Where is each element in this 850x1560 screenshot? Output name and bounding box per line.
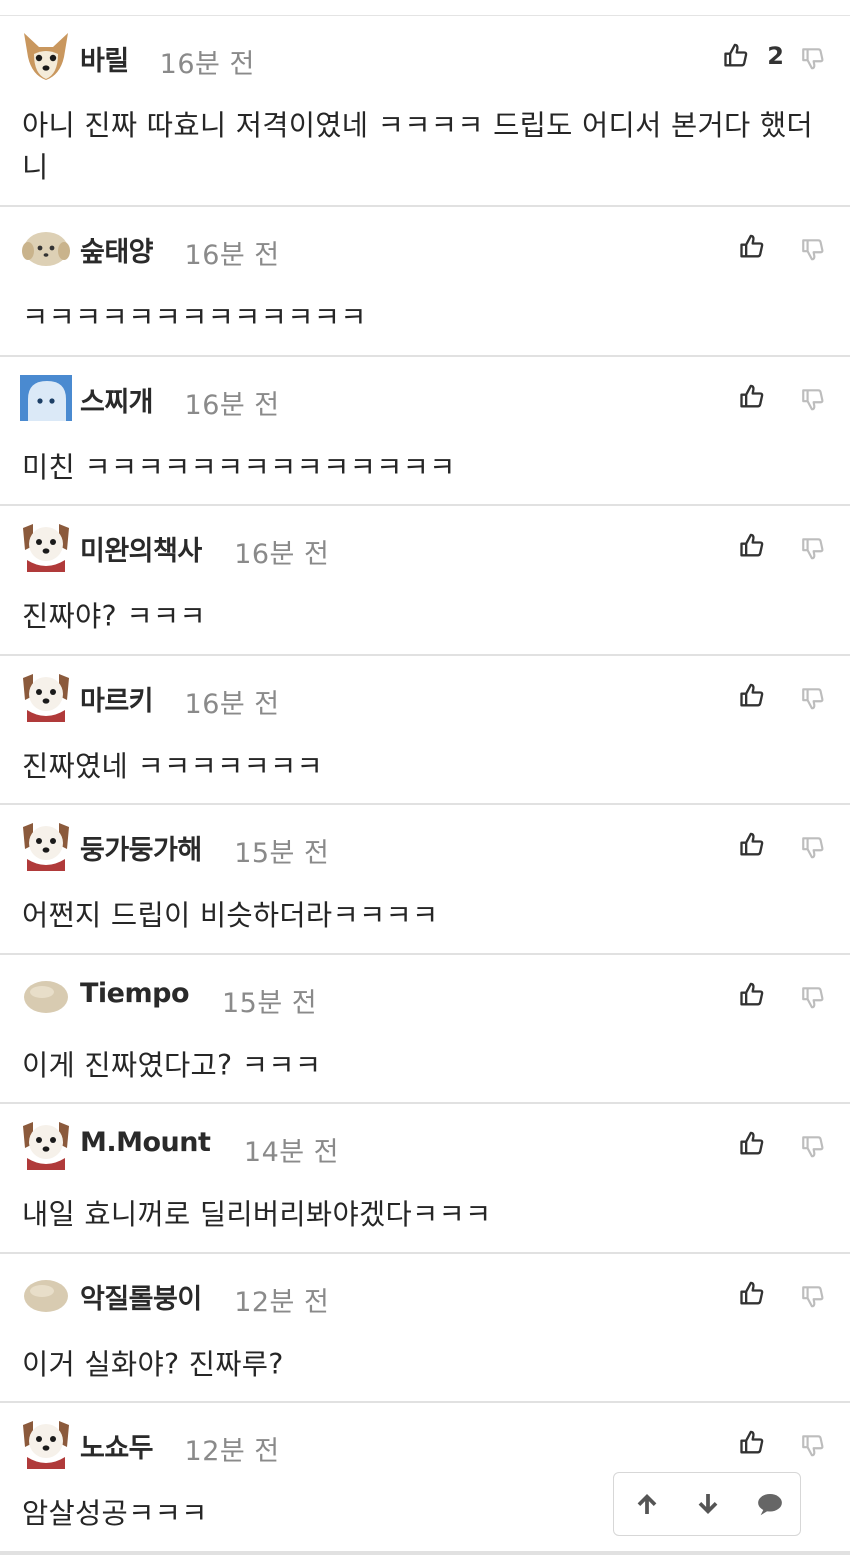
thumbs-down-icon[interactable] xyxy=(800,834,826,860)
thumbs-up-icon[interactable] xyxy=(722,42,750,70)
thumbs-up-icon[interactable] xyxy=(738,682,766,710)
thumbs-up-icon[interactable] xyxy=(738,1130,766,1158)
comment-item: Tiempo 15분 전이게 진짜였다고? ㅋㅋㅋ xyxy=(0,955,850,1104)
comment-header: Tiempo 15분 전 xyxy=(20,969,850,1021)
comment-nickname[interactable]: 숲태양 xyxy=(80,230,154,269)
comment-text: 진짜야? ㅋㅋㅋ xyxy=(22,600,206,633)
blob-avatar xyxy=(24,1279,68,1312)
comment-time: 16분 전 xyxy=(234,539,330,570)
comment-nickname[interactable]: 바릴 xyxy=(80,39,129,78)
comment-nickname[interactable]: Tiempo xyxy=(80,978,190,1009)
comment-time: 16분 전 xyxy=(184,688,280,720)
comment-item: 마르키 16분 전진짜였네 ㅋㅋㅋㅋㅋㅋㅋ xyxy=(0,656,850,805)
puppy-avatar xyxy=(22,232,70,266)
thumbs-up-icon[interactable] xyxy=(738,831,766,859)
comment-header: 둥가둥가해 15분 전 xyxy=(20,819,850,871)
dog-scarf-avatar xyxy=(23,1421,69,1469)
comment-header: M.Mount 14분 전 xyxy=(20,1118,850,1170)
comment-text: 내일 효니꺼로 딜리버리봐야겠다ㅋㅋㅋ xyxy=(22,1198,492,1231)
comment-nickname[interactable]: 스찌개 xyxy=(80,380,154,419)
comment-bubble-icon[interactable] xyxy=(755,1489,785,1519)
chihuahua-avatar xyxy=(24,33,68,80)
comment-header: 노쇼두 12분 전 xyxy=(20,1417,850,1469)
comment-time: 16분 전 xyxy=(184,240,280,271)
comment-nickname[interactable]: 악질롤붕이 xyxy=(80,1277,202,1316)
comment-header: 마르키 16분 전 xyxy=(20,670,850,722)
arrow-up-icon[interactable] xyxy=(632,1489,662,1519)
comment-time: 16분 전 xyxy=(184,389,280,421)
comment-time: 12분 전 xyxy=(184,1436,280,1467)
comment-nickname[interactable]: 둥가둥가해 xyxy=(80,828,202,867)
comment-header: 스찌개 16분 전 xyxy=(20,371,850,423)
comment-header: 바릴 16분 전 2 xyxy=(20,30,850,82)
thumbs-up-icon[interactable] xyxy=(738,981,766,1009)
thumbs-down-icon[interactable] xyxy=(800,45,826,71)
dog-scarf-avatar xyxy=(23,673,69,722)
comment-text: 진짜였네 ㅋㅋㅋㅋㅋㅋㅋ xyxy=(22,749,324,783)
comment-time: 15분 전 xyxy=(234,838,330,869)
comment-time: 12분 전 xyxy=(234,1286,330,1318)
thumbs-down-icon[interactable] xyxy=(800,1283,826,1309)
floating-nav xyxy=(613,1472,801,1536)
like-count: 2 xyxy=(767,42,784,70)
thumbs-up-icon[interactable] xyxy=(738,233,766,261)
thumbs-down-icon[interactable] xyxy=(800,984,826,1010)
thumbs-up-icon[interactable] xyxy=(738,1280,766,1308)
comment-time: 15분 전 xyxy=(221,987,318,1019)
comment-item: 미완의책사 16분 전진짜야? ㅋㅋㅋ xyxy=(0,506,850,656)
thumbs-down-icon[interactable] xyxy=(800,236,826,262)
thumbs-down-icon[interactable] xyxy=(800,386,826,412)
comment-text: 미친 ㅋㅋㅋㅋㅋㅋㅋㅋㅋㅋㅋㅋㅋㅋ xyxy=(22,450,456,484)
comment-item: M.Mount 14분 전내일 효니꺼로 딜리버리봐야겠다ㅋㅋㅋ xyxy=(0,1104,850,1254)
comment-time: 14분 전 xyxy=(243,1137,340,1168)
comment-text: 어쩐지 드립이 비슷하더라ㅋㅋㅋㅋ xyxy=(22,899,439,932)
comment-item: 바릴 16분 전 2 아니 진짜 따효니 저격이였네 ㅋㅋㅋㅋ 드립도 어디서 본거다… xyxy=(0,16,850,207)
comment-text: 이거 실화야? 진짜루? xyxy=(22,1347,284,1381)
comment-text: ㅋㅋㅋㅋㅋㅋㅋㅋㅋㅋㅋㅋㅋ xyxy=(22,301,367,334)
comment-item: 악질롤붕이 12분 전이거 실화야? 진짜루? xyxy=(0,1254,850,1403)
comment-item: 숲태양 16분 전 ㅋㅋㅋㅋㅋㅋㅋㅋㅋㅋㅋㅋㅋ xyxy=(0,207,850,357)
thumbs-down-icon[interactable] xyxy=(800,535,826,561)
dog-scarf-avatar xyxy=(23,823,69,871)
comment-item: 둥가둥가해 15분 전어쩐지 드립이 비슷하더라ㅋㅋㅋㅋ xyxy=(0,805,850,955)
thumbs-up-icon[interactable] xyxy=(738,1429,766,1457)
comment-text: 아니 진짜 따효니 저격이였네 ㅋㅋㅋㅋ 드립도 어디서 본거다 했더니 xyxy=(22,109,813,184)
thumbs-down-icon[interactable] xyxy=(800,685,826,711)
comment-item: 스찌개 16분 전미친 ㅋㅋㅋㅋㅋㅋㅋㅋㅋㅋㅋㅋㅋㅋ xyxy=(0,357,850,506)
thumbs-up-icon[interactable] xyxy=(738,383,766,411)
comment-nickname[interactable]: 노쇼두 xyxy=(80,1426,154,1465)
thumbs-down-icon[interactable] xyxy=(800,1432,826,1458)
arrow-down-icon[interactable] xyxy=(693,1489,723,1519)
comment-nickname[interactable]: 미완의책사 xyxy=(80,529,202,568)
comment-header: 미완의책사 16분 전 xyxy=(20,520,850,572)
bottom-divider xyxy=(0,1553,850,1555)
blob-avatar xyxy=(24,980,68,1013)
blue-ghost-avatar xyxy=(20,374,72,421)
thumbs-down-icon[interactable] xyxy=(800,1133,826,1159)
comment-time: 16분 전 xyxy=(159,49,255,80)
comment-header: 악질롤붕이 12분 전 xyxy=(20,1268,850,1320)
thumbs-up-icon[interactable] xyxy=(738,532,766,560)
dog-scarf-avatar xyxy=(23,524,69,572)
comment-nickname[interactable]: M.Mount xyxy=(80,1127,211,1158)
comment-text: 이게 진짜였다고? ㅋㅋㅋ xyxy=(22,1048,322,1082)
comment-list: 바릴 16분 전 2 아니 진짜 따효니 저격이였네 ㅋㅋㅋㅋ 드립도 어디서 본거다… xyxy=(0,16,850,1553)
dog-scarf-avatar xyxy=(23,1122,69,1170)
comment-nickname[interactable]: 마르키 xyxy=(80,679,154,718)
comment-header: 숲태양 16분 전 xyxy=(20,221,850,273)
